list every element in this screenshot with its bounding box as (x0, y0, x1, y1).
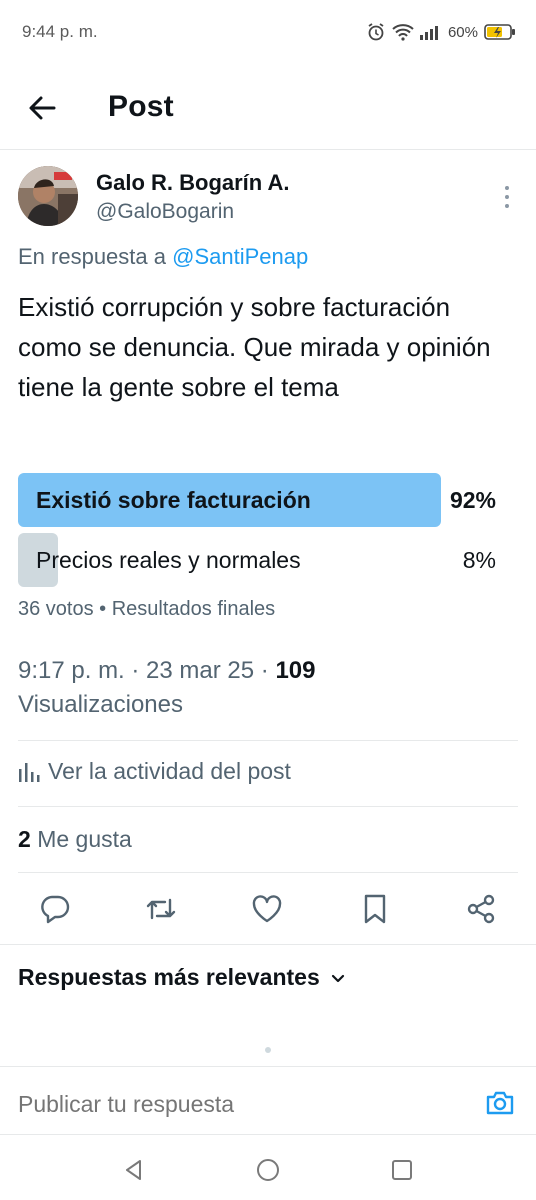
poll-meta: 36 votos • Resultados finales (18, 598, 276, 620)
signal-icon (419, 26, 438, 40)
author-row: Galo R. Bogarín A. @GaloBogarin (18, 166, 518, 232)
divider (18, 740, 518, 741)
poll-option-label: Existió sobre facturación (36, 487, 311, 513)
divider (18, 806, 518, 807)
divider (0, 944, 536, 945)
camera-icon[interactable] (484, 1087, 516, 1119)
divider (18, 872, 518, 873)
poll-option-percent: 8% (462, 547, 496, 573)
post-timestamp: 9:17 p. m. · 23 mar 25 · 109 Visualizaci… (18, 654, 518, 722)
arrow-left-icon[interactable] (26, 92, 58, 124)
poll-option: Precios reales y normales 8% (18, 533, 518, 587)
wifi-icon (392, 24, 414, 41)
reply-prefix: En respuesta a (18, 244, 166, 269)
app-header: Post (0, 68, 536, 150)
poll-option: Existió sobre facturación 92% (18, 473, 518, 527)
author-name[interactable]: Galo R. Bogarín A. (96, 170, 290, 196)
reply-context: En respuesta a @SantiPenap (18, 244, 308, 270)
divider (0, 1134, 536, 1135)
replies-sort-label: Respuestas más relevantes (18, 964, 320, 990)
retweet-icon[interactable] (144, 892, 178, 926)
battery-percent: 60% (447, 23, 478, 41)
like-icon[interactable] (250, 892, 284, 926)
likes-count-link[interactable]: 2 Me gusta (18, 826, 132, 853)
alarm-icon (368, 23, 384, 41)
reply-input[interactable] (18, 1091, 438, 1118)
nav-home-icon[interactable] (256, 1158, 280, 1182)
system-nav-bar (0, 1136, 536, 1200)
avatar-image (18, 166, 78, 226)
battery-charging-icon (484, 24, 515, 40)
loading-indicator (265, 1047, 271, 1053)
avatar[interactable] (18, 166, 78, 226)
poll-option-label: Precios reales y normales (36, 547, 301, 573)
views-label: Visualizaciones (18, 691, 183, 718)
activity-label: Ver la actividad del post (48, 758, 291, 784)
nav-back-icon[interactable] (122, 1158, 146, 1182)
reply-icon[interactable] (38, 892, 72, 926)
likes-label: Me gusta (37, 826, 132, 852)
timestamp-text: 9:17 p. m. · 23 mar 25 · (18, 657, 269, 684)
reply-composer (0, 1066, 536, 1136)
share-icon[interactable] (464, 892, 498, 926)
post-text: Existió corrupción y sobre facturación c… (18, 292, 491, 402)
nav-recents-icon[interactable] (390, 1158, 414, 1182)
post-action-bar (0, 880, 536, 940)
post-activity-link[interactable]: Ver la actividad del post (18, 758, 291, 785)
bookmark-icon[interactable] (358, 892, 392, 926)
status-time: 9:44 p. m. (22, 22, 98, 41)
more-options-icon[interactable] (500, 182, 514, 212)
reply-mention-link[interactable]: @SantiPenap (172, 244, 308, 269)
likes-count: 2 (18, 826, 31, 852)
author-handle[interactable]: @GaloBogarin (96, 200, 234, 224)
analytics-icon (19, 762, 40, 782)
chevron-down-icon (331, 974, 344, 982)
page-title: Post (108, 90, 174, 123)
replies-sort-dropdown[interactable]: Respuestas más relevantes (18, 964, 346, 991)
status-icons: 60% (366, 22, 516, 42)
status-bar: 9:44 p. m. 60% (0, 0, 536, 68)
views-count: 109 (275, 657, 316, 684)
poll-option-percent: 92% (449, 487, 496, 513)
